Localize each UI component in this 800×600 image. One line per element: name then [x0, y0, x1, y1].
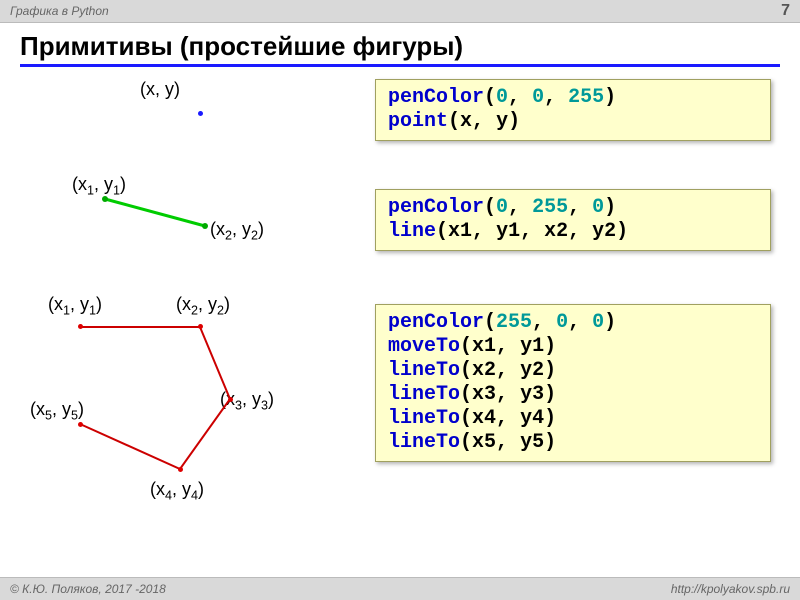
red-dot-icon	[198, 324, 203, 329]
red-polyline-icon	[50, 319, 270, 489]
code-box-polyline: penColor(255, 0, 0) moveTo(x1, y1) lineT…	[375, 304, 771, 462]
red-dot-icon	[78, 324, 83, 329]
code-box-line: penColor(0, 255, 0) line(x1, y1, x2, y2)	[375, 189, 771, 251]
code-box-point: penColor(0, 0, 255) point(x, y)	[375, 79, 771, 141]
label-poly-p1: (x1, y1)	[48, 294, 102, 318]
shapes-area: (x, y) (x1, y1) (x2, y2) (x1, y1) (x2, y…	[0, 79, 360, 599]
footer-left: © К.Ю. Поляков, 2017 -2018	[10, 582, 166, 596]
green-line-icon	[100, 194, 240, 239]
label-poly-p2: (x2, y2)	[176, 294, 230, 318]
red-dot-icon	[78, 422, 83, 427]
header-bar: Графика в Python 7	[0, 0, 800, 23]
label-point: (x, y)	[140, 79, 180, 100]
footer-right: http://kpolyakov.spb.ru	[671, 582, 790, 596]
red-dot-icon	[178, 467, 183, 472]
footer-bar: © К.Ю. Поляков, 2017 -2018 http://kpolya…	[0, 577, 800, 600]
header-title: Графика в Python	[10, 4, 109, 18]
slide-title: Примитивы (простейшие фигуры)	[20, 31, 780, 67]
blue-dot-icon	[198, 111, 203, 116]
page-number: 7	[781, 2, 790, 20]
red-dot-icon	[228, 397, 233, 402]
content-area: (x, y) (x1, y1) (x2, y2) (x1, y1) (x2, y…	[0, 79, 800, 599]
